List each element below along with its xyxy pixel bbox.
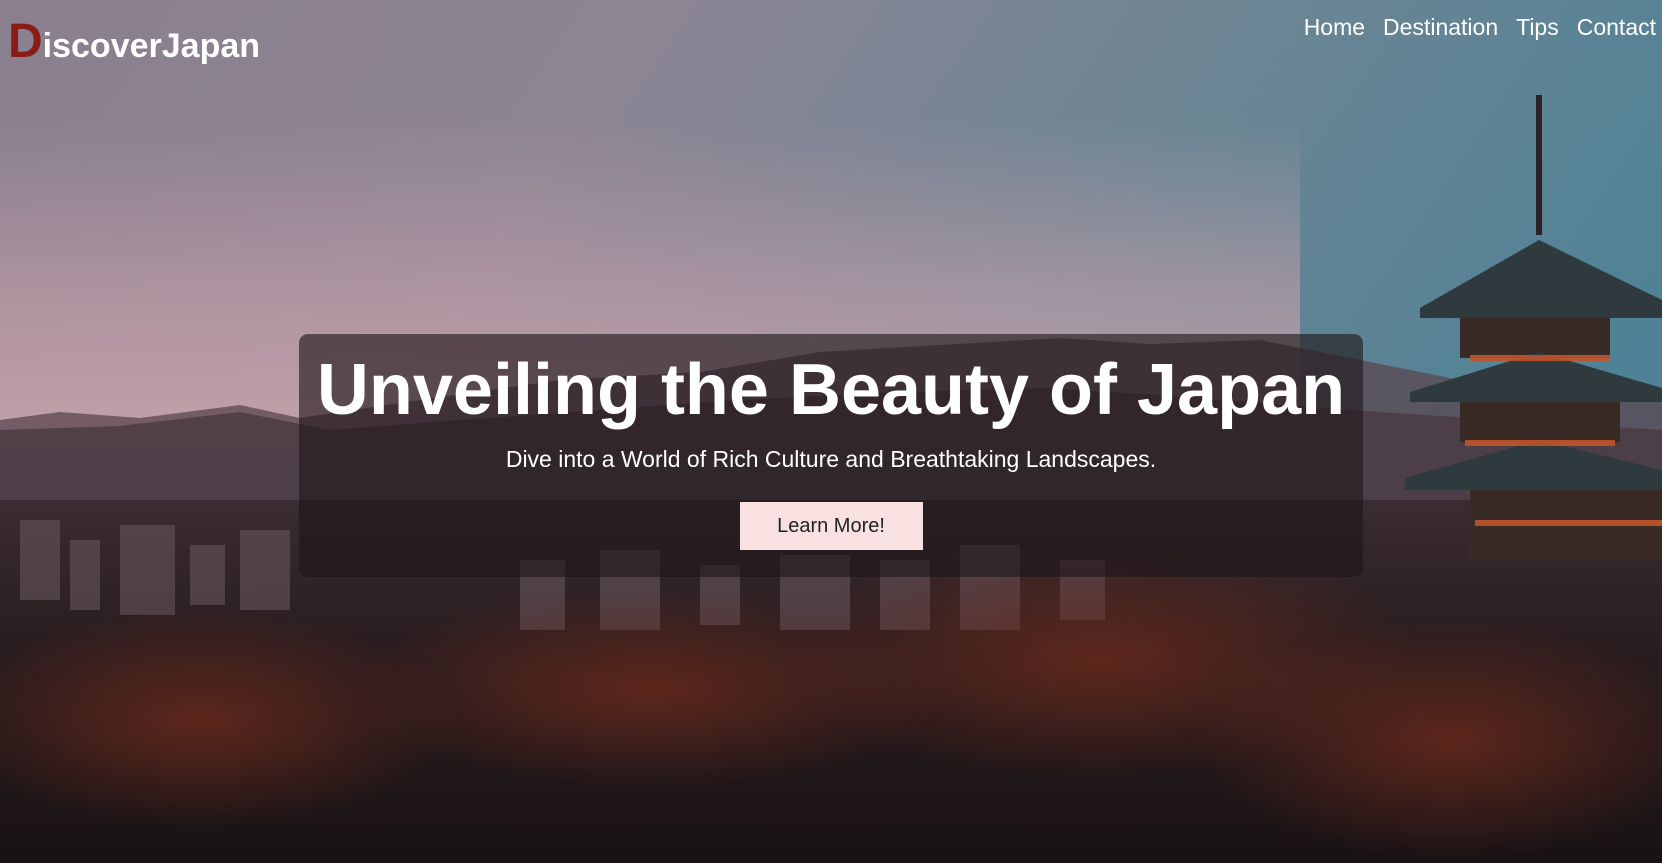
nav-link-home[interactable]: Home bbox=[1295, 14, 1374, 41]
hero-title: Unveiling the Beauty of Japan bbox=[316, 350, 1346, 430]
nav-link-contact[interactable]: Contact bbox=[1568, 14, 1656, 41]
logo-initial: D bbox=[8, 15, 43, 68]
landing-page: DiscoverJapan Home Destination Tips Cont… bbox=[0, 0, 1662, 863]
hero-card: Unveiling the Beauty of Japan Dive into … bbox=[299, 334, 1363, 577]
nav-link-destination[interactable]: Destination bbox=[1374, 14, 1507, 41]
nav-link-tips[interactable]: Tips bbox=[1507, 14, 1568, 41]
main-nav: Home Destination Tips Contact bbox=[1295, 14, 1656, 41]
site-logo[interactable]: DiscoverJapan bbox=[8, 18, 260, 66]
logo-text: iscoverJapan bbox=[42, 27, 261, 65]
learn-more-button[interactable]: Learn More! bbox=[739, 502, 923, 550]
hero-subtitle: Dive into a World of Rich Culture and Br… bbox=[505, 446, 1157, 472]
